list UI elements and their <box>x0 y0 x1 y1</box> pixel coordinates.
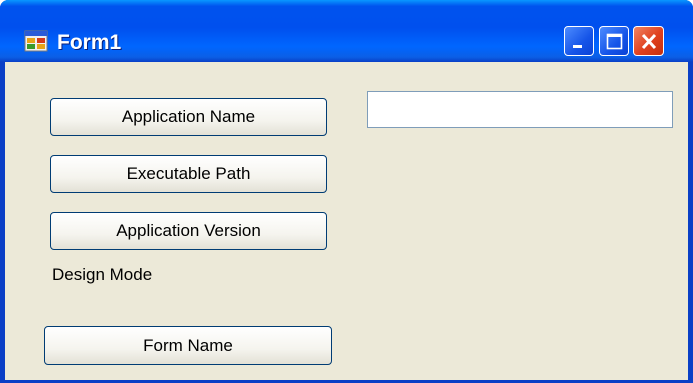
winforms-app-icon <box>24 29 48 53</box>
output-textbox[interactable] <box>367 91 673 128</box>
executable-path-button[interactable]: Executable Path <box>50 155 327 193</box>
application-name-button[interactable]: Application Name <box>50 98 327 136</box>
close-icon <box>641 33 657 50</box>
application-version-button[interactable]: Application Version <box>50 212 327 250</box>
minimize-icon <box>573 45 582 48</box>
window-title: Form1 <box>57 31 122 54</box>
maximize-button[interactable] <box>599 26 629 56</box>
design-mode-label: Design Mode <box>52 265 153 284</box>
maximize-icon <box>606 33 623 50</box>
form-name-button[interactable]: Form Name <box>44 326 332 365</box>
minimize-button[interactable] <box>564 26 594 56</box>
title-bar[interactable]: Form1 <box>0 0 693 62</box>
close-button[interactable] <box>633 26 664 56</box>
form-client-area: Application Name Executable Path Applica… <box>5 62 688 380</box>
form1-window: Form1 Application Name Executable Path A… <box>0 0 693 383</box>
